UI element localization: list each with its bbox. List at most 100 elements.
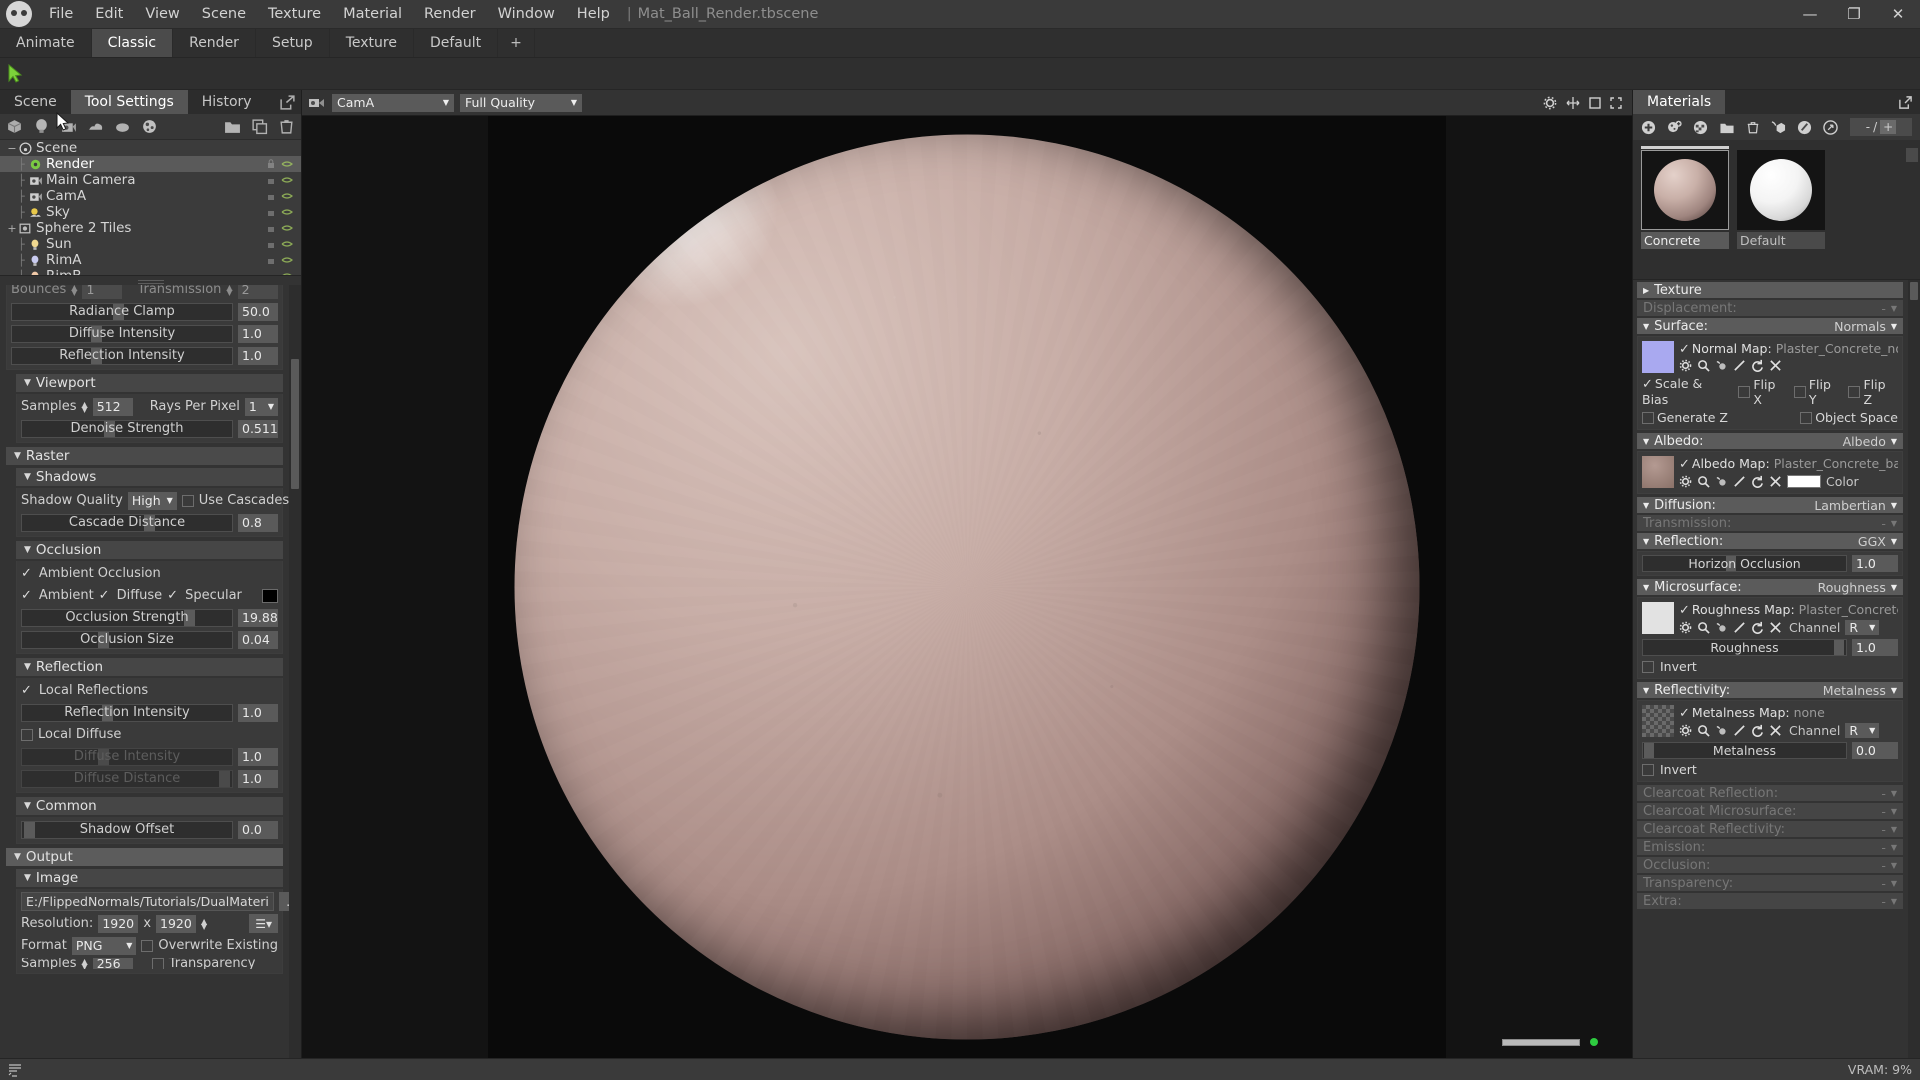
material-item-default[interactable]: Default (1737, 150, 1825, 269)
property-surface[interactable]: ▼ Surface: Normals ▼ (1637, 318, 1903, 334)
material-name[interactable]: Concrete (1641, 232, 1729, 249)
metalness-slider[interactable]: Metalness (1642, 742, 1847, 759)
pick-color-icon[interactable] (1715, 724, 1728, 737)
edit-icon[interactable] (1733, 475, 1746, 488)
section-reflection[interactable]: ▼ Reflection (16, 658, 283, 676)
bounces-value[interactable]: 1 (82, 285, 123, 299)
quality-dropdown[interactable]: Full Quality ▼ (460, 93, 582, 112)
denoise-strength-value[interactable]: 0.511 (238, 419, 278, 438)
close-icon[interactable] (1769, 621, 1782, 634)
flip-z-checkbox[interactable] (1848, 385, 1861, 398)
shadow-offset-slider[interactable]: Shadow Offset (21, 820, 233, 839)
outliner-row-cama[interactable]: ├ CamA (0, 188, 301, 204)
resolution-height-input[interactable]: 1920 (156, 914, 197, 933)
expander-icon[interactable]: + (6, 222, 18, 235)
menu-file[interactable]: File (38, 2, 84, 26)
layout-tab-classic[interactable]: Classic (91, 29, 174, 57)
search-icon[interactable] (1697, 621, 1710, 634)
menu-material[interactable]: Material (332, 2, 413, 26)
scene-outliner[interactable]: − Scene ├ Render ├ Main Camera ├ CamA ├ … (0, 140, 301, 276)
section-common[interactable]: ▼ Common (16, 797, 283, 815)
trash-icon[interactable] (1746, 120, 1760, 135)
layout-tab-render[interactable]: Render (173, 29, 256, 57)
metalness-invert-checkbox[interactable] (1642, 763, 1654, 776)
layout-tab-add-button[interactable]: + (498, 29, 535, 57)
duplicate-material-icon[interactable] (1667, 120, 1682, 135)
gear-icon[interactable] (1679, 475, 1692, 488)
ambient-checkbox[interactable]: ✓ (21, 588, 32, 603)
gear-icon[interactable] (1679, 621, 1692, 634)
outliner-row-sun[interactable]: ├ Sun (0, 236, 301, 252)
visibility-icon[interactable] (281, 190, 293, 202)
section-occlusion[interactable]: ▼ Occlusion (16, 541, 283, 559)
rt-reflection-intensity-slider[interactable]: Reflection Intensity (11, 346, 233, 365)
clear-material-icon[interactable] (1693, 120, 1708, 135)
cascade-distance-value[interactable]: 0.8 (238, 513, 278, 532)
materials-grid[interactable]: Concrete Default (1633, 140, 1920, 280)
material-properties[interactable]: ▶ Texture Displacement: - ▼ ▼ Surface: N… (1633, 280, 1920, 1058)
section-output[interactable]: ▼ Output (6, 848, 283, 866)
format-dropdown[interactable]: PNG ▼ (71, 936, 137, 955)
outliner-row-render[interactable]: ├ Render (0, 156, 301, 172)
scale-bias-checkbox[interactable]: ✓ (1642, 377, 1653, 392)
layout-tab-texture[interactable]: Texture (330, 29, 414, 57)
diffuse-intensity-slider[interactable]: Diffuse Intensity (11, 324, 233, 343)
resize-icon[interactable] (1589, 96, 1601, 109)
section-image[interactable]: ▼ Image (16, 869, 283, 887)
camera-dropdown[interactable]: CamA ▼ (332, 93, 454, 112)
tool-settings-scroll[interactable]: Bounces ▲ ▼ 1 Transmission ▲ ▼ 2 Radiance … (0, 285, 301, 1058)
property-texture[interactable]: ▶ Texture (1637, 282, 1903, 298)
resolution-width-input[interactable]: 1920 (98, 914, 139, 933)
roughness-map-checkbox[interactable]: ✓ (1679, 603, 1690, 618)
material-properties-scrollbar[interactable] (1908, 280, 1920, 1058)
property-clearcoat-microsurface[interactable]: Clearcoat Microsurface: - ▼ (1637, 803, 1903, 819)
radiance-clamp-value[interactable]: 50.0 (238, 302, 278, 321)
generate-z-checkbox[interactable] (1642, 411, 1654, 424)
rt-reflection-intensity-value[interactable]: 1.0 (238, 346, 278, 365)
property-reflectivity[interactable]: ▼ Reflectivity: Metalness ▼ (1637, 682, 1903, 698)
tab-history[interactable]: History (187, 90, 266, 114)
search-icon[interactable] (1697, 475, 1710, 488)
visibility-icon[interactable] (281, 174, 293, 186)
roughness-invert-checkbox[interactable] (1642, 660, 1654, 673)
property-albedo[interactable]: ▼ Albedo: Albedo ▼ (1637, 433, 1903, 449)
assign-material-icon[interactable] (1771, 120, 1786, 135)
menu-render[interactable]: Render (413, 2, 487, 26)
albedo-map-thumbnail[interactable] (1642, 456, 1674, 488)
specular-checkbox[interactable]: ✓ (167, 588, 178, 603)
minimize-icon[interactable]: — (1788, 0, 1832, 29)
normal-map-checkbox[interactable]: ✓ (1679, 342, 1690, 357)
use-cascades-checkbox[interactable] (181, 494, 194, 507)
denoise-strength-slider[interactable]: Denoise Strength (21, 419, 233, 438)
layout-tab-animate[interactable]: Animate (0, 29, 92, 57)
material-name[interactable]: Default (1737, 232, 1825, 249)
resolution-preset-button[interactable]: ☰▾ (249, 914, 278, 933)
menu-view[interactable]: View (134, 2, 190, 26)
add-camera-icon[interactable] (60, 118, 77, 135)
property-reflection[interactable]: ▼ Reflection: GGX ▼ (1637, 533, 1903, 549)
local-reflections-checkbox[interactable]: ✓ (21, 683, 32, 698)
lock-icon[interactable] (265, 222, 277, 234)
shadow-quality-dropdown[interactable]: High ▼ (127, 491, 177, 510)
browse-button[interactable]: ... (278, 892, 289, 911)
overwrite-existing-checkbox[interactable] (141, 939, 154, 952)
rays-per-pixel-dropdown[interactable]: 1 ▼ (244, 397, 278, 416)
layout-tab-default[interactable]: Default (414, 29, 499, 57)
copy-icon[interactable] (251, 118, 268, 135)
close-icon[interactable] (1769, 475, 1782, 488)
reload-icon[interactable] (1751, 359, 1764, 372)
occlusion-color-swatch[interactable] (262, 588, 278, 603)
expander-icon[interactable]: − (6, 142, 18, 155)
horizon-occlusion-slider[interactable]: Horizon Occlusion (1642, 555, 1847, 572)
pick-color-icon[interactable] (1715, 621, 1728, 634)
lock-icon[interactable] (265, 158, 277, 170)
diffuse-intensity-value[interactable]: 1.0 (238, 324, 278, 343)
property-extra[interactable]: Extra: - ▼ (1637, 893, 1903, 909)
metalness-value[interactable]: 0.0 (1852, 742, 1898, 759)
roughness-value[interactable]: 1.0 (1852, 639, 1898, 656)
edit-material-icon[interactable] (1797, 120, 1812, 135)
local-reflection-intensity-slider[interactable]: Reflection Intensity (21, 703, 233, 722)
outliner-row-main-camera[interactable]: ├ Main Camera (0, 172, 301, 188)
metalness-map-checkbox[interactable]: ✓ (1679, 706, 1690, 721)
resolution-stepper[interactable]: ▲ ▼ (201, 917, 207, 930)
